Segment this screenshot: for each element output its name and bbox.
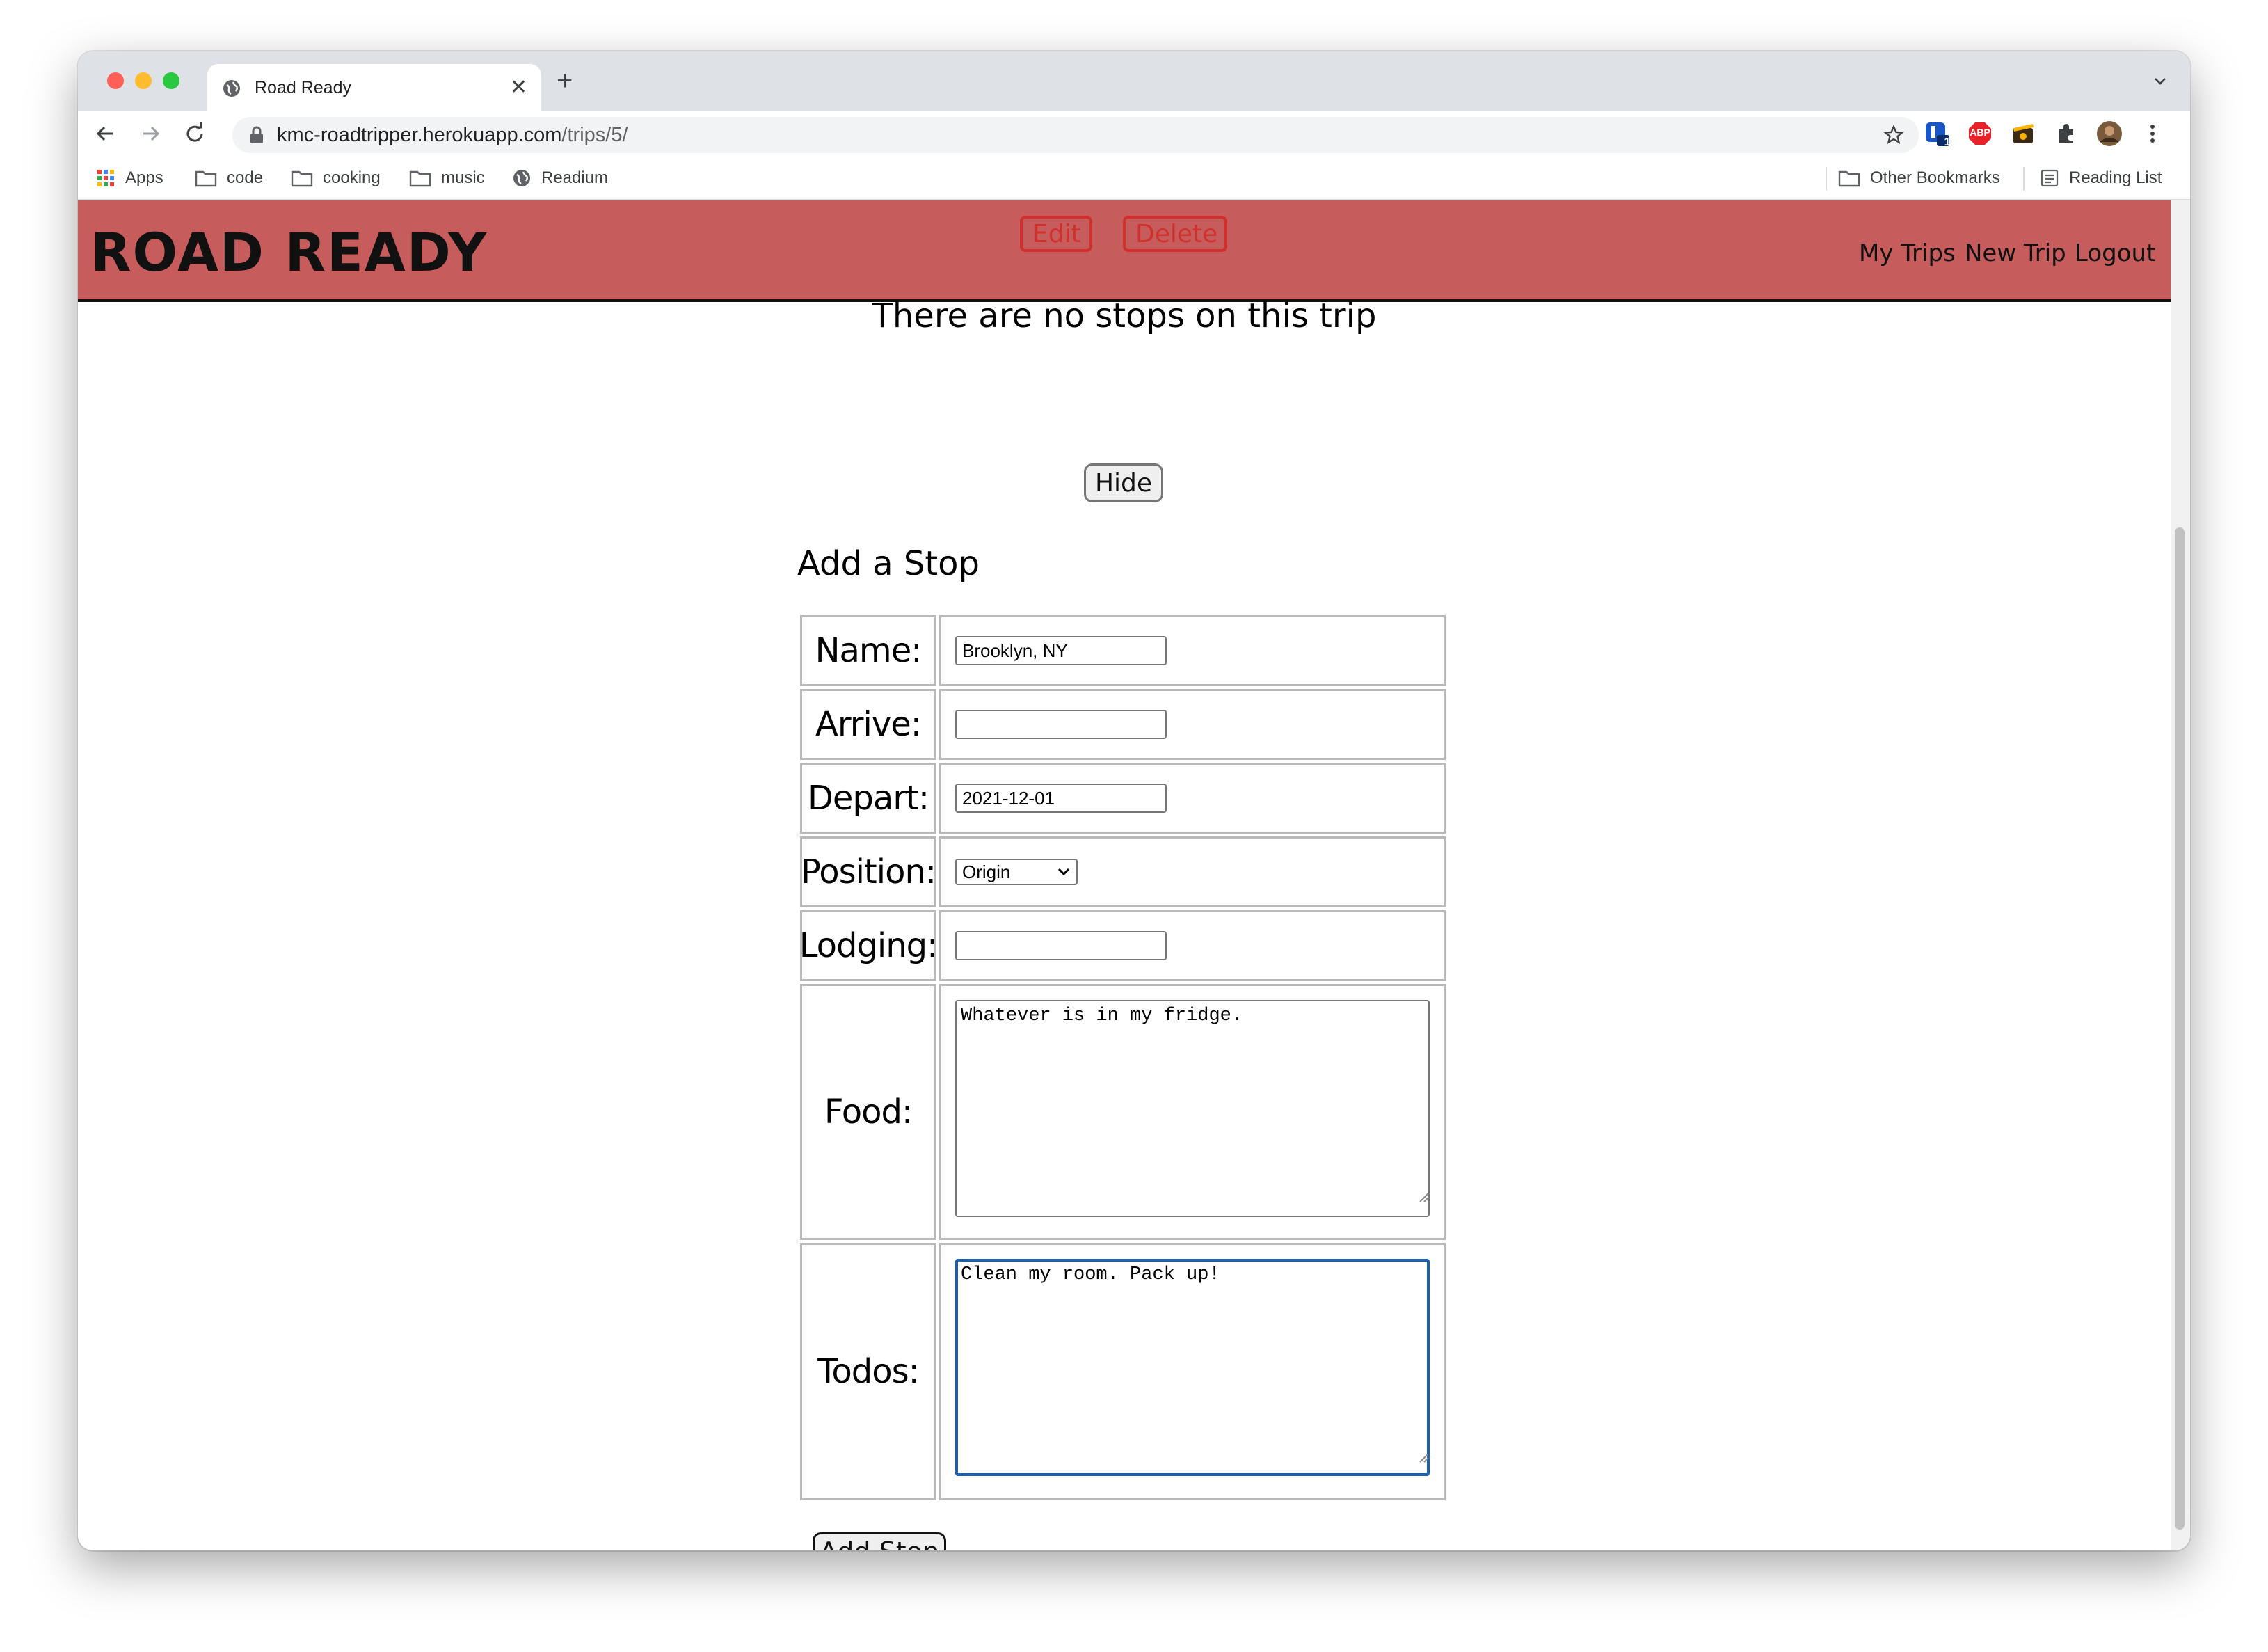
edit-button[interactable]: Edit <box>1020 216 1092 252</box>
bookmark-folder-music[interactable]: music <box>409 166 485 191</box>
todos-textarea[interactable]: Clean my room. Pack up! <box>955 1259 1430 1476</box>
globe-icon <box>223 80 240 97</box>
depart-cell <box>939 763 1446 834</box>
bookmarks-separator <box>2023 167 2025 191</box>
bookmark-folder-code[interactable]: code <box>195 166 263 191</box>
new-tab-button[interactable]: + <box>557 67 573 95</box>
extension-badge: 1 <box>1944 136 1951 148</box>
tab-strip: Road Ready ✕ + <box>78 51 2190 111</box>
bookmark-label: code <box>227 168 264 187</box>
scrollbar[interactable] <box>2171 200 2190 1550</box>
bookmarks-bar: Apps code cooking music Readium Other Bo… <box>78 157 2190 200</box>
puzzle-extensions-icon[interactable] <box>2052 120 2080 148</box>
browser-tab[interactable]: Road Ready ✕ <box>207 64 541 111</box>
close-window-button[interactable] <box>107 72 124 89</box>
todos-cell: Clean my room. Pack up! <box>939 1243 1446 1500</box>
name-input[interactable] <box>955 636 1167 665</box>
bookmark-apps[interactable]: Apps <box>96 166 163 191</box>
reading-list-icon <box>2041 169 2059 187</box>
browser-toolbar: kmc-roadtripper.herokuapp.com/trips/5/ 1… <box>78 111 2190 157</box>
bookmark-label: Readium <box>541 168 609 187</box>
lodging-input[interactable] <box>955 931 1167 960</box>
folder-icon <box>1838 170 1860 187</box>
bookmark-star-icon[interactable] <box>1883 124 1905 146</box>
tab-close-icon[interactable]: ✕ <box>510 75 527 100</box>
no-stops-message: There are no stops on this trip <box>872 296 1377 335</box>
lodging-cell <box>939 910 1446 981</box>
folder-icon <box>409 170 431 187</box>
depart-label: Depart: <box>800 763 936 834</box>
folder-icon <box>195 170 217 187</box>
bookmark-readium[interactable]: Readium <box>512 166 608 191</box>
adblock-label: ABP <box>1970 127 1990 138</box>
lodging-label: Lodging: <box>799 910 938 981</box>
site-title[interactable]: ROAD READY <box>90 221 488 283</box>
delete-button[interactable]: Delete <box>1123 216 1227 252</box>
resize-handle-icon[interactable] <box>1417 1191 1430 1203</box>
todos-label: Todos: <box>800 1243 936 1500</box>
url-text: kmc-roadtripper.herokuapp.com/trips/5/ <box>277 124 628 146</box>
other-bookmarks[interactable]: Other Bookmarks <box>1838 166 2000 191</box>
extension-clapper-icon[interactable] <box>2009 120 2037 148</box>
resize-handle-icon[interactable] <box>1417 1451 1430 1463</box>
web-page: ROAD READY Edit Delete My Trips New Trip… <box>78 200 2190 1550</box>
position-label: Position: <box>800 836 936 907</box>
browser-window: Road Ready ✕ + kmc-roadtripper.herokuapp… <box>78 51 2190 1550</box>
nav-my-trips[interactable]: My Trips <box>1859 239 1956 267</box>
position-select[interactable]: Origin <box>955 859 1078 885</box>
bookmark-label: music <box>441 168 485 187</box>
name-label: Name: <box>800 615 936 686</box>
minimize-window-button[interactable] <box>135 72 152 89</box>
reload-icon[interactable] <box>181 120 209 148</box>
arrive-input[interactable] <box>955 710 1167 739</box>
bookmark-folder-cooking[interactable]: cooking <box>291 166 381 191</box>
chevron-down-icon[interactable] <box>2151 72 2169 90</box>
globe-icon <box>513 170 530 186</box>
address-bar[interactable]: kmc-roadtripper.herokuapp.com/trips/5/ <box>232 117 1919 153</box>
lock-icon[interactable] <box>249 126 264 144</box>
position-cell: Origin <box>939 836 1446 907</box>
add-stop-button[interactable]: Add Stop <box>813 1532 946 1550</box>
tab-title: Road Ready <box>255 78 351 97</box>
back-icon[interactable] <box>92 120 120 148</box>
add-stop-heading: Add a Stop <box>797 544 980 583</box>
maximize-window-button[interactable] <box>163 72 179 89</box>
forward-icon[interactable] <box>136 120 164 148</box>
nav-new-trip[interactable]: New Trip <box>1965 239 2066 267</box>
site-header: ROAD READY Edit Delete My Trips New Trip… <box>78 200 2171 302</box>
scrollbar-thumb[interactable] <box>2175 527 2185 1530</box>
chevron-down-icon <box>1057 868 1070 876</box>
reading-list[interactable]: Reading List <box>2040 166 2162 191</box>
arrive-cell <box>939 689 1446 760</box>
name-cell <box>939 615 1446 686</box>
nav-logout[interactable]: Logout <box>2075 239 2155 267</box>
arrive-label: Arrive: <box>800 689 936 760</box>
bookmark-label: cooking <box>323 168 381 187</box>
hide-button[interactable]: Hide <box>1084 463 1163 502</box>
profile-avatar[interactable] <box>2095 120 2123 148</box>
bookmark-label: Apps <box>125 168 163 187</box>
position-selected-value: Origin <box>962 861 1011 882</box>
more-menu-icon[interactable] <box>2139 120 2166 148</box>
depart-input[interactable] <box>955 784 1167 813</box>
apps-grid-icon <box>97 170 114 186</box>
bookmarks-separator <box>1826 167 1827 191</box>
bookmark-label: Other Bookmarks <box>1870 168 2000 187</box>
food-label: Food: <box>800 984 936 1240</box>
folder-icon <box>291 170 313 187</box>
food-textarea[interactable]: Whatever is in my fridge. <box>955 1000 1430 1217</box>
bookmark-label: Reading List <box>2069 168 2162 187</box>
food-cell: Whatever is in my fridge. <box>939 984 1446 1240</box>
